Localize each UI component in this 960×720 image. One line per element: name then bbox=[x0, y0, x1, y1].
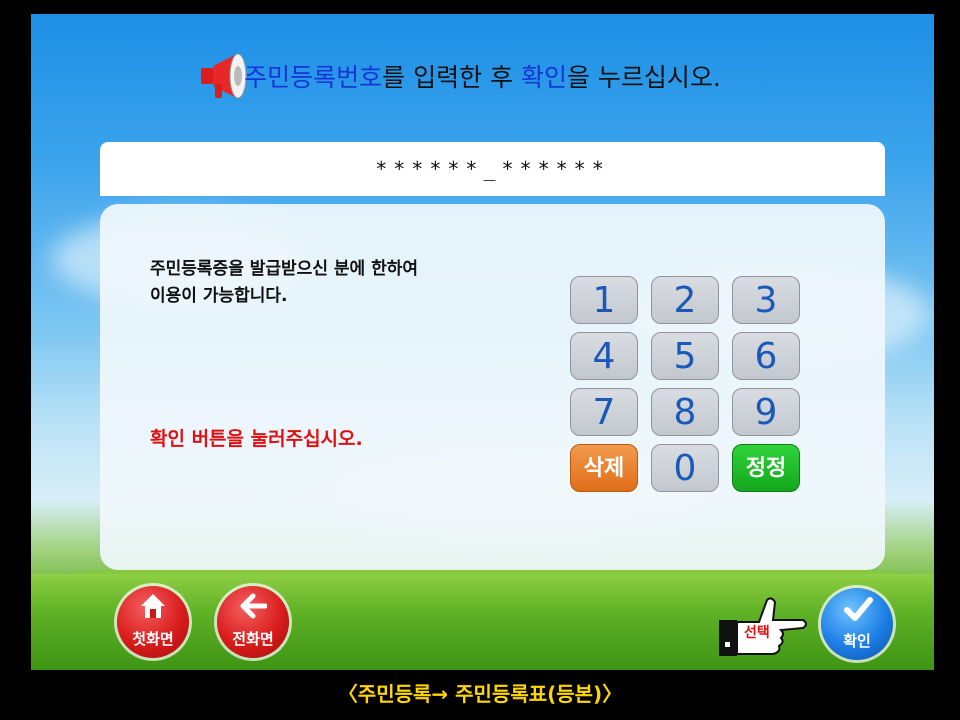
home-label: 첫화면 bbox=[132, 630, 174, 648]
correct-button[interactable]: 정정 bbox=[732, 444, 800, 492]
kiosk-screen: 주민등록번호를 입력한 후 확인을 누르십시오. ******_****** 주… bbox=[31, 14, 934, 670]
title-highlight-rrn: 주민등록번호 bbox=[244, 63, 383, 92]
eligibility-notice: 주민등록증을 발급받으신 분에 한하여 이용이 가능합니다. bbox=[150, 256, 418, 310]
title-text: 를 입력한 후 bbox=[382, 63, 521, 92]
key-0[interactable]: 0 bbox=[651, 444, 719, 492]
key-3[interactable]: 3 bbox=[732, 276, 800, 324]
confirm-instruction: 확인 버튼을 눌러주십시오. bbox=[150, 428, 363, 450]
key-2[interactable]: 2 bbox=[651, 276, 719, 324]
content-panel: 주민등록증을 발급받으신 분에 한하여 이용이 가능합니다. 확인 버튼을 눌러… bbox=[100, 204, 885, 570]
breadcrumb: 〈주민등록→ 주민등록표(등본)〉 bbox=[337, 682, 623, 706]
home-icon bbox=[141, 594, 165, 618]
back-label: 전화면 bbox=[232, 630, 274, 648]
key-5[interactable]: 5 bbox=[651, 332, 719, 380]
rrn-masked-value: ******_****** bbox=[375, 157, 610, 181]
title-highlight-confirm: 확인 bbox=[520, 63, 567, 92]
notice-line-1: 주민등록증을 발급받으신 분에 한하여 bbox=[150, 259, 418, 279]
key-4[interactable]: 4 bbox=[570, 332, 638, 380]
key-9[interactable]: 9 bbox=[732, 388, 800, 436]
check-icon bbox=[844, 597, 873, 621]
key-8[interactable]: 8 bbox=[651, 388, 719, 436]
title-text-end: 을 누르십시오. bbox=[566, 63, 721, 92]
confirm-button[interactable]: 확인 bbox=[821, 588, 893, 660]
back-button[interactable]: 전화면 bbox=[217, 586, 289, 658]
delete-button[interactable]: 삭제 bbox=[570, 444, 638, 492]
notice-line-2: 이용이 가능합니다. bbox=[150, 286, 288, 306]
key-6[interactable]: 6 bbox=[732, 332, 800, 380]
rrn-input-field[interactable]: ******_****** bbox=[100, 142, 885, 196]
back-arrow-icon bbox=[240, 593, 267, 619]
key-7[interactable]: 7 bbox=[570, 388, 638, 436]
home-button[interactable]: 첫화면 bbox=[117, 586, 189, 658]
page-title: 주민등록번호를 입력한 후 확인을 누르십시오. bbox=[31, 58, 934, 94]
confirm-label: 확인 bbox=[843, 632, 871, 650]
select-label: 선택 bbox=[744, 625, 770, 641]
key-1[interactable]: 1 bbox=[570, 276, 638, 324]
